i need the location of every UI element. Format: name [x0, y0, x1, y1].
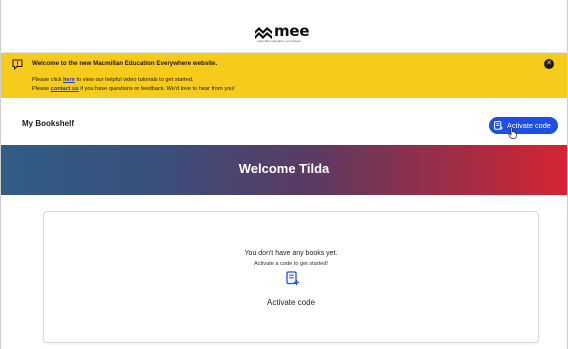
welcome-hero: Welcome Tilda	[1, 145, 567, 195]
message-alert-icon	[12, 59, 23, 70]
banner-tutorials-line: Please click here to view our helpful vi…	[32, 77, 194, 83]
add-code-icon	[494, 121, 503, 130]
bookshelf-title: My Bookshelf	[22, 119, 75, 128]
logo-wordmark: mee	[274, 22, 310, 40]
add-code-icon[interactable]	[286, 271, 299, 286]
tutorials-link[interactable]: here	[63, 77, 75, 83]
activate-code-link[interactable]: Activate code	[44, 298, 538, 307]
empty-message: You don't have any books yet.	[244, 250, 338, 257]
logo-tagline: macmillan education everywhere	[257, 39, 301, 43]
announcement-banner: Welcome to the new Macmillan Education E…	[1, 53, 567, 98]
contact-us-link[interactable]: contact us	[51, 86, 79, 92]
empty-hint: Activate a code to get started!	[253, 261, 328, 267]
mee-logo[interactable]: mee macmillan education everywhere	[254, 22, 310, 43]
bookshelf-bar: My Bookshelf	[1, 98, 567, 145]
banner-contact-line: Please contact us if you have questions …	[32, 86, 235, 92]
banner-title: Welcome to the new Macmillan Education E…	[32, 60, 218, 67]
activate-code-button[interactable]: Activate code	[489, 117, 558, 134]
welcome-heading: Welcome Tilda	[238, 161, 330, 176]
site-header: mee macmillan education everywhere	[0, 0, 568, 53]
hand-pointer-icon	[508, 127, 517, 139]
close-icon[interactable]: ✕	[544, 59, 554, 69]
logo-waves-icon	[255, 27, 272, 39]
empty-bookshelf-card: You don't have any books yet. Activate a…	[43, 211, 539, 343]
